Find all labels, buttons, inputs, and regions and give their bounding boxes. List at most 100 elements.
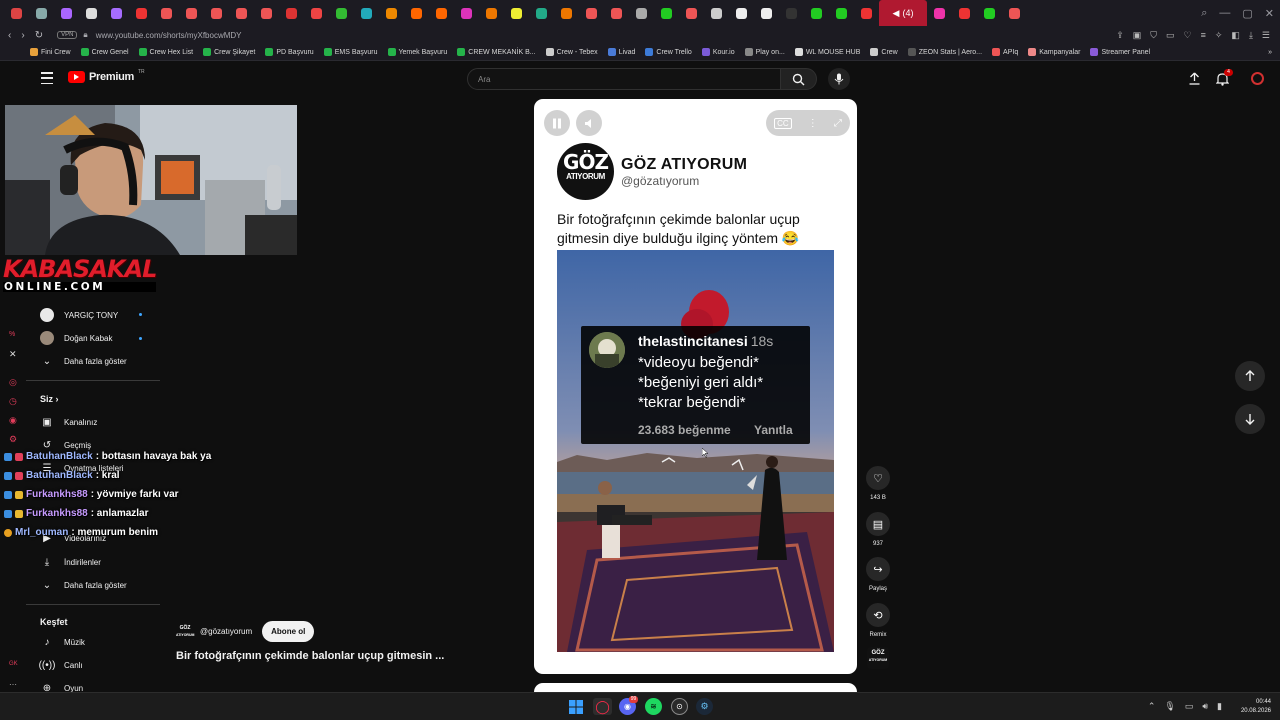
bookmark-item[interactable]: EMS Başvuru	[323, 48, 378, 56]
bookmark-item[interactable]: ZEON Stats | Aero...	[907, 48, 982, 56]
browser-tab[interactable]	[454, 0, 479, 26]
browser-tab[interactable]	[754, 0, 779, 26]
tray-expand-icon[interactable]: ⌃	[1148, 701, 1156, 712]
more-options-icon[interactable]: ⋮	[808, 118, 818, 129]
extensions-icon[interactable]: ✧	[1215, 30, 1223, 41]
screenshot-icon[interactable]: ▣	[1133, 30, 1142, 41]
browser-tab[interactable]	[1002, 0, 1027, 26]
browser-tab[interactable]	[404, 0, 429, 26]
bookmark-item[interactable]: Kour.io	[701, 48, 735, 56]
vpn-badge[interactable]: VPN	[57, 31, 78, 39]
rail-percent-icon[interactable]: %	[9, 330, 18, 339]
close-window-button[interactable]: ✕	[1265, 7, 1274, 20]
download-icon[interactable]: ⤓	[1249, 30, 1253, 41]
tray-display-icon[interactable]: ▭	[1185, 701, 1194, 712]
previous-short-button[interactable]	[1235, 361, 1265, 391]
browser-tab[interactable]	[129, 0, 154, 26]
tray-battery-icon[interactable]: ▮	[1217, 701, 1222, 712]
search-tabs-icon[interactable]: ⌕	[1201, 7, 1207, 20]
sidebar-item-live[interactable]: ((•)) Canlı	[39, 658, 83, 672]
bookmark-item[interactable]: Livad	[607, 48, 635, 56]
minimize-button[interactable]: —	[1219, 7, 1230, 19]
opera-gx-app[interactable]: ◯	[593, 698, 612, 715]
browser-tab[interactable]	[729, 0, 754, 26]
sidebar-item-dogan-kabak[interactable]: Doğan Kabak	[40, 331, 112, 345]
browser-tab[interactable]	[354, 0, 379, 26]
share-icon[interactable]: ⇪	[1116, 30, 1124, 41]
tray-mic-icon[interactable]: 🎙︎	[1164, 701, 1175, 712]
menu-icon[interactable]: ≡	[1201, 30, 1206, 41]
heart-icon[interactable]: ♡	[1184, 30, 1192, 41]
browser-tab[interactable]	[854, 0, 879, 26]
app-icon-4[interactable]: ⊙	[671, 698, 688, 715]
maximize-button[interactable]: ▢	[1242, 7, 1252, 20]
browser-tab[interactable]	[829, 0, 854, 26]
browser-tab[interactable]	[604, 0, 629, 26]
browser-tab[interactable]	[254, 0, 279, 26]
you-section-header[interactable]: Siz ›	[40, 394, 59, 404]
volume-button[interactable]	[576, 110, 602, 136]
rail-clock-icon[interactable]: ◷	[9, 397, 18, 406]
short-title[interactable]: Bir fotoğrafçının çekimde balonlar uçup …	[176, 650, 444, 662]
rail-x-icon[interactable]: ✕	[9, 350, 18, 359]
browser-tab[interactable]	[654, 0, 679, 26]
bookmark-item[interactable]: WL MOUSE HUB	[794, 48, 860, 56]
bookmark-item[interactable]: Crew - Tebex	[545, 48, 598, 56]
sidebar-item-history[interactable]: ↺ Geçmiş	[40, 438, 91, 452]
share-action[interactable]: ↪ Paylaş	[866, 557, 890, 592]
remix-action[interactable]: ⟲ Remix	[866, 603, 890, 638]
browser-tab[interactable]	[329, 0, 354, 26]
browser-tab[interactable]	[79, 0, 104, 26]
youtube-premium-logo[interactable]: Premium TR	[68, 69, 145, 83]
browser-tab[interactable]	[704, 0, 729, 26]
forward-icon[interactable]: ›	[21, 30, 24, 41]
subscribe-button[interactable]: Abone ol	[262, 621, 315, 642]
browser-tab[interactable]	[779, 0, 804, 26]
captions-icon[interactable]: CC	[774, 117, 792, 129]
bookmark-item[interactable]: Kampanyalar	[1028, 48, 1080, 56]
browser-tab[interactable]	[529, 0, 554, 26]
bookmark-item[interactable]: Streamer Panel	[1090, 48, 1150, 56]
system-clock[interactable]: 00:44 20.08.2026	[1241, 698, 1271, 716]
search-button[interactable]	[780, 68, 817, 90]
browser-tab[interactable]	[927, 0, 952, 26]
bookmark-item[interactable]: Crew Trello	[645, 48, 692, 56]
fullscreen-icon[interactable]: ⤢	[834, 118, 842, 129]
next-short-button[interactable]	[1235, 404, 1265, 434]
bookmark-item[interactable]: Play on...	[744, 48, 785, 56]
browser-tab[interactable]	[504, 0, 529, 26]
browser-tab[interactable]	[29, 0, 54, 26]
rail-gear-icon[interactable]: ⚙	[9, 435, 18, 444]
steam-app[interactable]: ⚙	[696, 698, 713, 715]
voice-search-button[interactable]	[828, 68, 850, 90]
like-action[interactable]: ♡ 143 B	[866, 466, 890, 501]
browser-tab[interactable]	[304, 0, 329, 26]
browser-tab[interactable]	[154, 0, 179, 26]
wallet-icon[interactable]: ▭	[1166, 30, 1175, 41]
bookmark-item[interactable]: PD Başvuru	[265, 48, 314, 56]
audio-source-thumbnail[interactable]: GÖZ ATIYORUM	[867, 647, 889, 669]
show-more-you[interactable]: ⌄ Daha fazla göster	[40, 578, 127, 592]
sidebar-item-yargic-tony[interactable]: YARGIÇ TONY	[40, 308, 118, 322]
tray-volume-icon[interactable]: 🔊︎	[1202, 701, 1208, 712]
reload-icon[interactable]: ↻	[35, 30, 43, 41]
spotify-app[interactable]: ≋	[645, 698, 662, 715]
bookmark-item[interactable]: CREW MEKANİK B...	[457, 48, 536, 56]
browser-tab[interactable]	[679, 0, 704, 26]
bookmark-item[interactable]: APIq	[992, 48, 1018, 56]
bookmark-item[interactable]: Crew Şikayet	[203, 48, 255, 56]
browser-tab[interactable]	[4, 0, 29, 26]
bookmark-item[interactable]: Crew Genel	[80, 48, 129, 56]
back-icon[interactable]: ‹	[8, 30, 11, 41]
sidebar-item-music[interactable]: ♪ Müzik	[40, 635, 85, 649]
browser-tab[interactable]	[804, 0, 829, 26]
active-browser-tab[interactable]: ◀ (4)	[879, 0, 927, 26]
rail-target-icon[interactable]: ◎	[9, 378, 18, 387]
browser-tab[interactable]	[279, 0, 304, 26]
browser-tab[interactable]	[479, 0, 504, 26]
browser-tab[interactable]	[54, 0, 79, 26]
start-button[interactable]	[567, 698, 584, 715]
browser-tab[interactable]	[104, 0, 129, 26]
short-video-player[interactable]: CC ⋮ ⤢ GÖZ ATIYORUM GÖZ ATIYORUM @gözatı…	[534, 99, 857, 674]
browser-tab[interactable]	[379, 0, 404, 26]
